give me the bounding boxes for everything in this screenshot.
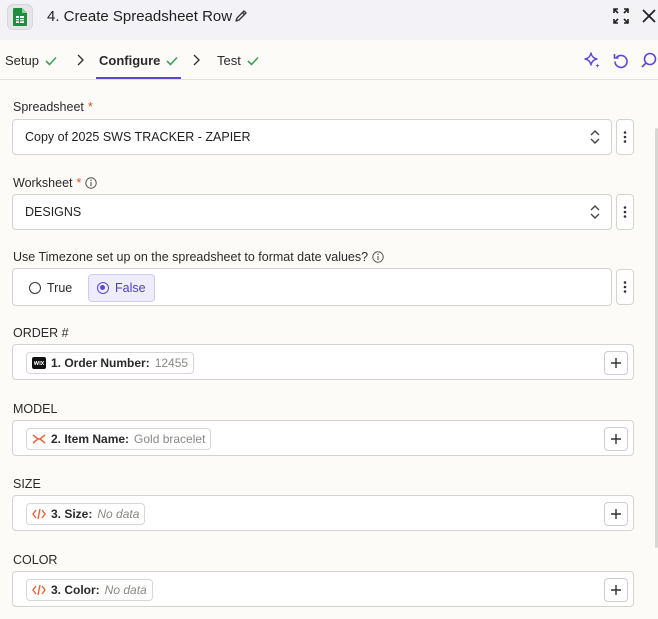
plus-icon — [611, 358, 621, 368]
check-icon — [166, 56, 178, 66]
info-icon[interactable] — [372, 251, 384, 263]
field-label: Worksheet — [13, 176, 73, 190]
tab-label: Setup — [5, 53, 39, 68]
kebab-icon — [623, 281, 627, 293]
worksheet-select[interactable]: DESIGNS — [12, 194, 612, 230]
spreadsheet-select[interactable]: Copy of 2025 SWS TRACKER - ZAPIER — [12, 119, 612, 155]
kebab-icon — [623, 206, 627, 218]
radio-circle-icon — [29, 282, 41, 294]
formatter-icon — [32, 434, 46, 444]
required-marker: * — [76, 176, 82, 190]
pill-value: No data — [104, 583, 147, 597]
editor-header: 4. Create Spreadsheet Row — [0, 0, 658, 40]
size-input[interactable]: 3. Size: No data — [12, 495, 634, 531]
pill-key: 3. Size: — [51, 507, 93, 521]
field-label: COLOR — [13, 553, 58, 567]
mapped-field-pill[interactable]: 3. Size: No data — [26, 503, 146, 525]
tab-label: Test — [217, 53, 241, 68]
mapped-field-pill[interactable]: 1. Order Number: 12455 — [26, 352, 195, 374]
tab-test[interactable]: Test — [217, 53, 259, 68]
ai-sparkle-icon[interactable] — [583, 51, 601, 69]
expand-icon[interactable] — [612, 7, 630, 25]
tab-label: Configure — [99, 53, 161, 68]
tab-configure[interactable]: Configure — [99, 53, 178, 68]
radio-true[interactable]: True — [21, 274, 80, 302]
info-icon[interactable] — [85, 177, 98, 189]
field-label: ORDER # — [13, 326, 69, 340]
radio-selected-icon — [97, 282, 109, 294]
active-tab-indicator — [96, 77, 181, 79]
spreadsheet-value: Copy of 2025 SWS TRACKER - ZAPIER — [25, 130, 251, 144]
spreadsheet-label: Spreadsheet * — [13, 100, 93, 114]
add-field-button[interactable] — [604, 502, 628, 526]
search-icon[interactable] — [640, 51, 658, 69]
field-label: SIZE — [13, 477, 41, 491]
model-input[interactable]: 2. Item Name: Gold bracelet — [12, 420, 634, 456]
add-field-button[interactable] — [604, 351, 628, 375]
pencil-icon[interactable] — [234, 9, 248, 23]
timezone-radio-group: True False — [12, 268, 612, 306]
undo-icon[interactable] — [612, 51, 630, 69]
pill-value: 12455 — [154, 356, 189, 370]
select-arrows-icon — [590, 205, 600, 219]
check-icon — [45, 56, 57, 66]
close-icon[interactable] — [640, 7, 658, 25]
spreadsheet-more-button[interactable] — [616, 119, 634, 155]
color-label: COLOR — [13, 553, 57, 567]
pill-key: 2. Item Name: — [51, 432, 130, 446]
pill-value: Gold bracelet — [134, 432, 206, 446]
worksheet-value: DESIGNS — [25, 205, 82, 219]
field-label: Use Timezone set up on the spreadsheet t… — [13, 250, 369, 264]
code-icon — [32, 584, 46, 596]
code-icon — [32, 508, 46, 520]
worksheet-label: Worksheet * — [13, 176, 98, 190]
timezone-label: Use Timezone set up on the spreadsheet t… — [13, 250, 384, 264]
radio-label: False — [115, 281, 146, 295]
kebab-icon — [623, 131, 627, 143]
chevron-right-icon — [193, 54, 200, 66]
field-label: MODEL — [13, 402, 58, 416]
chevron-right-icon — [77, 54, 84, 66]
required-marker: * — [87, 100, 93, 114]
radio-label: True — [47, 281, 73, 295]
mapped-field-pill[interactable]: 3. Color: No data — [26, 579, 153, 601]
worksheet-more-button[interactable] — [616, 194, 634, 230]
plus-icon — [611, 585, 621, 595]
plus-icon — [611, 509, 621, 519]
add-field-button[interactable] — [604, 427, 628, 451]
wix-icon — [32, 357, 46, 369]
timezone-more-button[interactable] — [616, 269, 634, 305]
google-sheets-icon — [7, 4, 33, 30]
field-label: Spreadsheet — [13, 100, 84, 114]
step-title: 4. Create Spreadsheet Row — [47, 8, 233, 25]
tab-setup[interactable]: Setup — [5, 53, 57, 68]
check-icon — [247, 56, 259, 66]
pill-key: 1. Order Number: — [51, 356, 150, 370]
pill-key: 3. Color: — [51, 583, 100, 597]
plus-icon — [611, 434, 621, 444]
add-field-button[interactable] — [604, 578, 628, 602]
mapped-field-pill[interactable]: 2. Item Name: Gold bracelet — [26, 428, 212, 450]
color-input[interactable]: 3. Color: No data — [12, 571, 634, 607]
size-label: SIZE — [13, 477, 41, 491]
select-arrows-icon — [590, 130, 600, 144]
pill-value: No data — [97, 507, 140, 521]
order-label: ORDER # — [13, 326, 69, 340]
radio-false[interactable]: False — [88, 274, 155, 302]
order-input[interactable]: 1. Order Number: 12455 — [12, 344, 634, 380]
model-label: MODEL — [13, 402, 57, 416]
step-tabs: Setup Configure Test — [0, 40, 658, 80]
